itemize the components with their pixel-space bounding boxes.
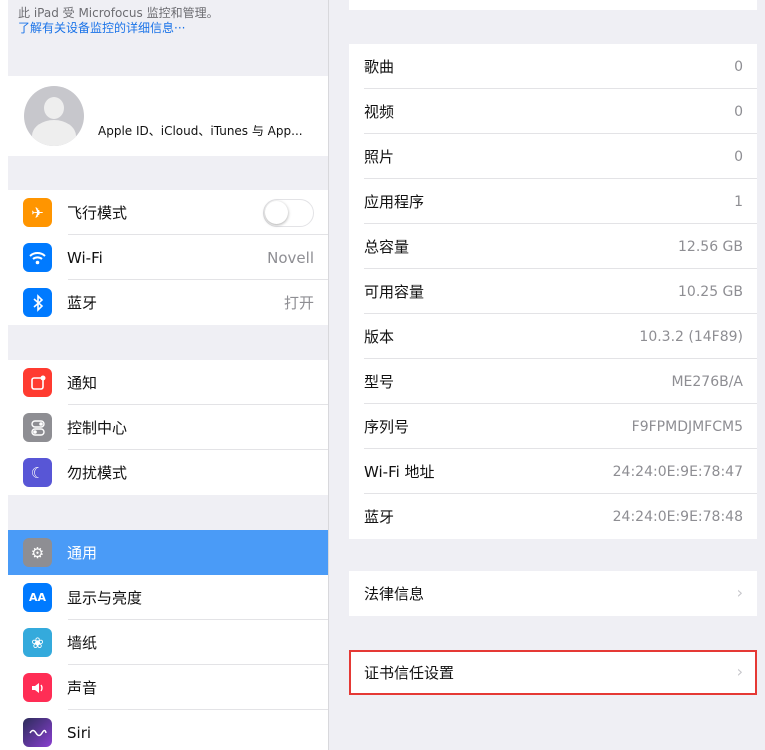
about-row-capacity: 总容量 12.56 GB — [349, 224, 757, 269]
legal-group: 法律信息 › — [349, 571, 757, 616]
about-label: 总容量 — [364, 238, 410, 256]
about-value: 0 — [734, 58, 743, 75]
sidebar-item-label: 飞行模式 — [67, 204, 128, 222]
about-row-model: 型号 ME276B/A — [349, 359, 757, 404]
about-value: F9FPMDJMFCM5 — [631, 418, 743, 435]
notifications-icon — [23, 368, 52, 397]
sidebar-item-display[interactable]: AA 显示与亮度 — [8, 575, 328, 620]
moon-icon: ☾ — [23, 458, 52, 487]
about-row-songs: 歌曲 0 — [349, 44, 757, 89]
sidebar-item-label: 勿扰模式 — [67, 464, 128, 482]
apple-id-row[interactable]: Apple ID、iCloud、iTunes 与 App... — [8, 76, 328, 156]
about-row-applications: 应用程序 1 — [349, 179, 757, 224]
wallpaper-icon: ❀ — [23, 628, 52, 657]
bluetooth-icon — [23, 288, 52, 317]
about-row-wifi-address: Wi-Fi 地址 24:24:0E:9E:78:47 — [349, 449, 757, 494]
sidebar-item-do-not-disturb[interactable]: ☾ 勿扰模式 — [8, 450, 328, 495]
about-row-serial: 序列号 F9FPMDJMFCM5 — [349, 404, 757, 449]
about-info-group: 歌曲 0 视频 0 照片 0 应用程序 1 总容量 12.56 GB 可用容量 10.25 … — [349, 44, 757, 539]
certificate-trust-label: 证书信任设置 — [364, 664, 455, 682]
chevron-right-icon: › — [736, 662, 743, 681]
sidebar-item-notifications[interactable]: 通知 — [8, 360, 328, 405]
about-label: 蓝牙 — [364, 508, 395, 526]
management-notice: 此 iPad 受 Microfocus 监控和管理。 了解有关设备监控的详细信息… — [18, 6, 219, 36]
sidebar-item-label: 墙纸 — [67, 634, 98, 652]
about-label: 序列号 — [364, 418, 410, 436]
about-value: 12.56 GB — [678, 238, 743, 255]
about-value: 24:24:0E:9E:78:48 — [612, 508, 743, 525]
about-row-available: 可用容量 10.25 GB — [349, 269, 757, 314]
about-row-bluetooth: 蓝牙 24:24:0E:9E:78:48 — [349, 494, 757, 539]
about-value: 10.3.2 (14F89) — [639, 328, 743, 345]
gear-icon: ⚙ — [23, 538, 52, 567]
about-value: 10.25 GB — [678, 283, 743, 300]
about-value: 1 — [734, 193, 743, 210]
sidebar-item-wallpaper[interactable]: ❀ 墙纸 — [8, 620, 328, 665]
sidebar-item-label: 蓝牙 — [67, 294, 98, 312]
settings-sidebar: 此 iPad 受 Microfocus 监控和管理。 了解有关设备监控的详细信息… — [8, 0, 328, 750]
about-label: Wi-Fi 地址 — [364, 463, 435, 481]
about-value: 0 — [734, 103, 743, 120]
display-icon: AA — [23, 583, 52, 612]
sidebar-item-general[interactable]: ⚙ 通用 — [8, 530, 328, 575]
airplane-icon: ✈ — [23, 198, 52, 227]
about-pane: 歌曲 0 视频 0 照片 0 应用程序 1 总容量 12.56 GB 可用容量 10.25 … — [329, 0, 765, 750]
apple-id-label: Apple ID、iCloud、iTunes 与 App... — [98, 124, 303, 138]
certificate-trust-row[interactable]: 证书信任设置 › — [349, 650, 757, 695]
legal-row[interactable]: 法律信息 › — [349, 571, 757, 616]
about-row-version: 版本 10.3.2 (14F89) — [349, 314, 757, 359]
about-row-photos: 照片 0 — [349, 134, 757, 179]
about-label: 应用程序 — [364, 193, 425, 211]
wifi-icon — [23, 243, 52, 272]
sidebar-item-label: 控制中心 — [67, 419, 128, 437]
about-value: ME276B/A — [671, 373, 743, 390]
certificate-trust-group: 证书信任设置 › — [349, 650, 757, 695]
legal-label: 法律信息 — [364, 585, 425, 603]
bluetooth-status-value: 打开 — [283, 294, 314, 312]
sidebar-item-label: Wi-Fi — [67, 248, 103, 267]
about-value: 0 — [734, 148, 743, 165]
sidebar-item-label: 声音 — [67, 679, 98, 697]
management-text: 此 iPad 受 Microfocus 监控和管理。 — [18, 6, 219, 20]
about-label: 照片 — [364, 148, 395, 166]
notifications-group: 通知 控制中心 ☾ 勿扰模式 — [8, 360, 328, 495]
sidebar-item-label: 通知 — [67, 374, 98, 392]
about-label: 版本 — [364, 328, 395, 346]
sidebar-item-label: 显示与亮度 — [67, 589, 143, 607]
sidebar-item-wifi[interactable]: Wi-Fi Novell — [8, 235, 328, 280]
management-learn-more-link[interactable]: 了解有关设备监控的详细信息··· — [18, 21, 219, 36]
sidebar-item-control-center[interactable]: 控制中心 — [8, 405, 328, 450]
about-label: 视频 — [364, 103, 395, 121]
chevron-right-icon: › — [736, 583, 743, 602]
sidebar-item-bluetooth[interactable]: 蓝牙 打开 — [8, 280, 328, 325]
sidebar-item-airplane-mode[interactable]: ✈ 飞行模式 — [8, 190, 328, 235]
sidebar-item-label: Siri — [67, 723, 92, 742]
about-row-videos: 视频 0 — [349, 89, 757, 134]
about-label: 型号 — [364, 373, 395, 391]
siri-icon — [23, 718, 52, 747]
sidebar-item-siri[interactable]: Siri — [8, 710, 328, 750]
about-label: 可用容量 — [364, 283, 425, 301]
control-center-icon — [23, 413, 52, 442]
airplane-mode-toggle[interactable] — [263, 199, 314, 227]
about-label: 歌曲 — [364, 58, 395, 76]
avatar — [24, 86, 84, 146]
sidebar-item-label: 通用 — [67, 544, 98, 562]
general-group: ⚙ 通用 AA 显示与亮度 ❀ 墙纸 声音 Siri — [8, 530, 328, 750]
previous-group-edge — [349, 0, 757, 10]
connectivity-group: ✈ 飞行模式 Wi-Fi Novell 蓝牙 打开 — [8, 190, 328, 325]
sound-icon — [23, 673, 52, 702]
wifi-network-value: Novell — [267, 248, 314, 267]
about-value: 24:24:0E:9E:78:47 — [612, 463, 743, 480]
sidebar-item-sounds[interactable]: 声音 — [8, 665, 328, 710]
